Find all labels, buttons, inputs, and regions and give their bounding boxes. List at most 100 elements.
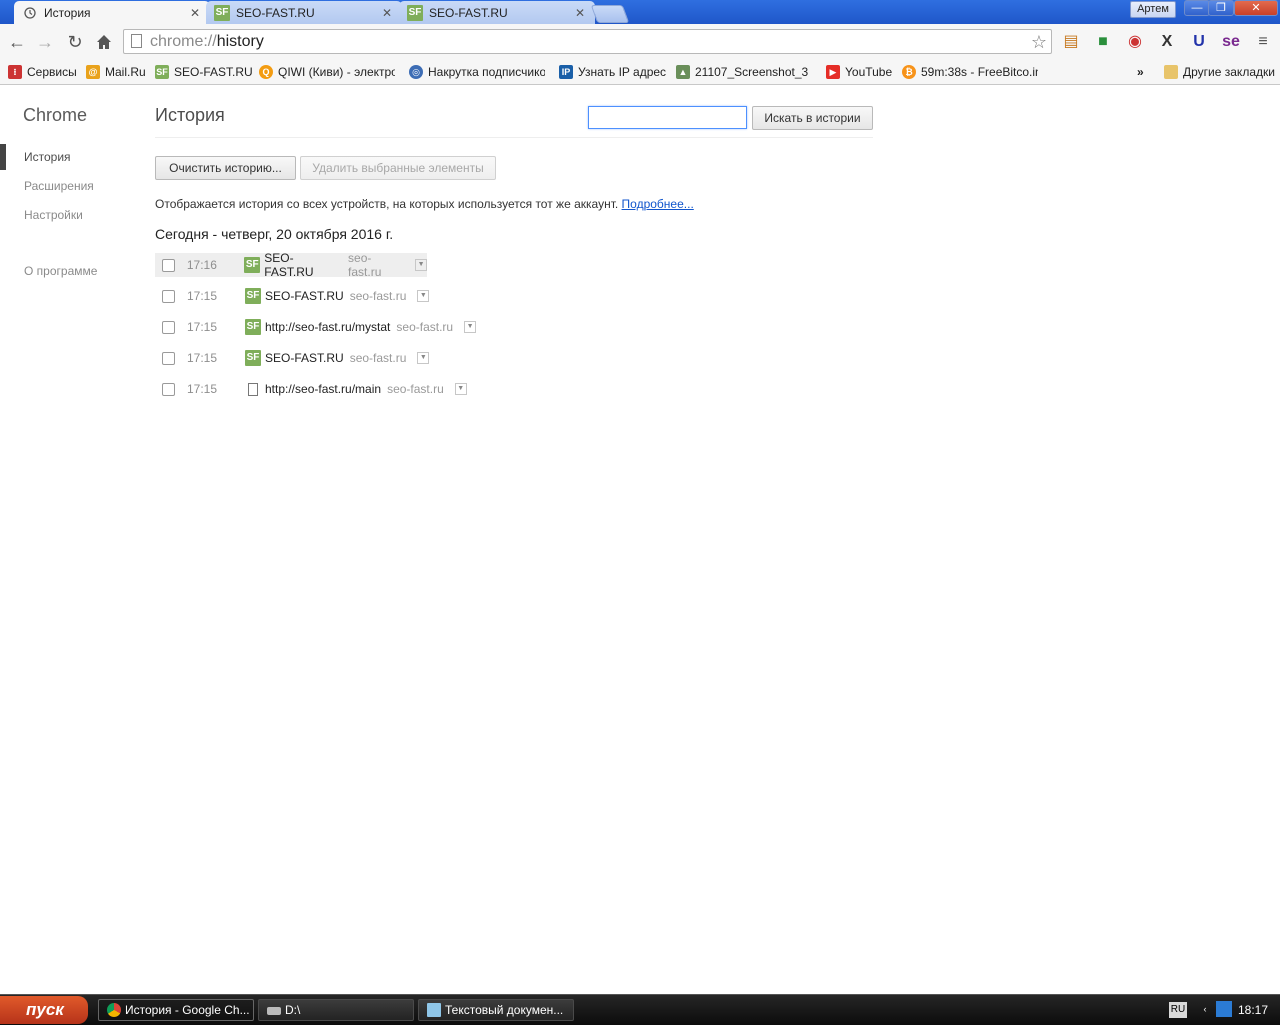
start-label: пуск xyxy=(26,1000,64,1019)
bookmark-label: Другие закладки xyxy=(1183,65,1275,79)
restore-button[interactable]: ❐ xyxy=(1208,0,1234,16)
entry-time: 17:15 xyxy=(187,320,218,334)
tab-seofast-2[interactable]: SF SEO-FAST.RU ✕ xyxy=(399,1,595,24)
extension-u-icon[interactable]: U xyxy=(1188,31,1210,53)
menu-icon[interactable]: ≡ xyxy=(1252,31,1274,53)
entry-title-link[interactable]: SEO-FAST.RU xyxy=(264,251,342,279)
bookmark-qiwi[interactable]: Q QIWI (Киви) - электрон xyxy=(259,64,395,80)
sidebar-item-extensions[interactable]: Расширения xyxy=(24,179,94,193)
forward-arrow-icon[interactable]: → xyxy=(34,31,56,53)
entry-title-link[interactable]: http://seo-fast.ru/mystat xyxy=(265,320,390,334)
bookmark-ip[interactable]: IP Узнать IP адрес xyxy=(559,64,666,80)
entry-domain[interactable]: seo-fast.ru xyxy=(348,251,404,279)
entry-domain[interactable]: seo-fast.ru xyxy=(350,289,407,303)
selected-nav-marker xyxy=(0,144,6,170)
drive-icon xyxy=(267,1007,281,1015)
seofast-icon: SF xyxy=(245,288,261,304)
bookmark-youtube[interactable]: ▶ YouTube xyxy=(826,64,892,80)
entry-checkbox[interactable] xyxy=(162,289,175,303)
bookmark-label: Mail.Ru xyxy=(105,65,146,79)
day-header: Сегодня - четверг, 20 октября 2016 г. xyxy=(155,226,394,242)
bookmark-services[interactable]: ⁝ Сервисы xyxy=(8,64,77,80)
tab-seofast-1[interactable]: SF SEO-FAST.RU ✕ xyxy=(206,1,402,24)
taskbar-item-chrome[interactable]: История - Google Ch... xyxy=(98,999,254,1021)
notepad-icon xyxy=(427,1003,441,1017)
entry-menu-dropdown-icon[interactable]: ▼ xyxy=(464,321,477,333)
tab-title: SEO-FAST.RU xyxy=(429,5,508,20)
address-bar[interactable]: chrome://history ☆ xyxy=(123,29,1052,54)
entry-checkbox[interactable] xyxy=(162,258,175,272)
tray-expand-icon[interactable]: ‹ xyxy=(1197,1001,1213,1017)
bookmark-label: 21107_Screenshot_3 - З xyxy=(695,65,812,79)
tray-app-icon[interactable] xyxy=(1216,1001,1232,1017)
bookmark-screenshot[interactable]: ▲ 21107_Screenshot_3 - З xyxy=(676,64,812,80)
history-entry[interactable]: 17:15 SF SEO-FAST.RU seo-fast.ru ▼ xyxy=(155,284,430,308)
tab-title: SEO-FAST.RU xyxy=(236,5,315,20)
close-window-button[interactable]: ✕ xyxy=(1234,0,1278,16)
remove-selected-button[interactable]: Удалить выбранные элементы xyxy=(300,156,496,180)
other-bookmarks-folder[interactable]: Другие закладки xyxy=(1164,64,1275,80)
close-tab-icon[interactable]: ✕ xyxy=(380,6,394,20)
entry-domain[interactable]: seo-fast.ru xyxy=(387,382,444,396)
entry-domain[interactable]: seo-fast.ru xyxy=(396,320,453,334)
entry-time: 17:15 xyxy=(187,382,218,396)
entry-title-link[interactable]: SEO-FAST.RU xyxy=(265,351,344,365)
entry-menu-dropdown-icon[interactable]: ▼ xyxy=(417,352,430,364)
history-entry[interactable]: 17:15 SF SEO-FAST.RU seo-fast.ru ▼ xyxy=(155,346,430,370)
entry-menu-dropdown-icon[interactable]: ▼ xyxy=(417,290,430,302)
image-icon: ▲ xyxy=(676,65,690,79)
sidebar-item-settings[interactable]: Настройки xyxy=(24,208,83,222)
bookmark-freebitco[interactable]: ₿ 59m:38s - FreeBitco.in - xyxy=(902,64,1038,80)
tab-history[interactable]: История ✕ xyxy=(14,1,210,24)
bookmark-label: 59m:38s - FreeBitco.in - xyxy=(921,65,1038,79)
bookmark-mailru[interactable]: @ Mail.Ru xyxy=(86,64,146,80)
chrome-icon xyxy=(107,1003,121,1017)
bookmarks-overflow-button[interactable]: » xyxy=(1137,64,1144,80)
bookmark-nakrutka[interactable]: ◎ Накрутка подписчиков xyxy=(409,64,545,80)
extension-x-icon[interactable]: X xyxy=(1156,31,1178,53)
entry-checkbox[interactable] xyxy=(162,382,175,396)
bookmark-seofast[interactable]: SF SEO-FAST.RU xyxy=(155,64,253,80)
entry-checkbox[interactable] xyxy=(162,320,175,334)
history-entry[interactable]: 17:15 SF http://seo-fast.ru/mystat seo-f… xyxy=(155,315,477,339)
entry-title-link[interactable]: http://seo-fast.ru/main xyxy=(265,382,381,396)
reload-icon[interactable]: ↻ xyxy=(64,31,86,53)
sidebar-item-about[interactable]: О программе xyxy=(24,264,97,278)
entry-title-link[interactable]: SEO-FAST.RU xyxy=(265,289,344,303)
close-tab-icon[interactable]: ✕ xyxy=(188,6,202,20)
taskbar-item-drive[interactable]: D:\ xyxy=(258,999,414,1021)
history-entry[interactable]: 17:16 SF SEO-FAST.RU seo-fast.ru ▼ xyxy=(155,251,428,279)
history-entry[interactable]: 17:15 http://seo-fast.ru/main seo-fast.r… xyxy=(155,377,467,401)
home-icon[interactable] xyxy=(93,31,115,53)
entry-time: 17:16 xyxy=(186,258,217,272)
toolbar: ← → ↻ chrome://history ☆ ▤ ■ ◉ X U se ≡ xyxy=(0,24,1280,60)
tab-strip: История ✕ SF SEO-FAST.RU ✕ SF SEO-FAST.R… xyxy=(0,0,1280,24)
profile-button[interactable]: Артем xyxy=(1130,1,1176,18)
entry-domain[interactable]: seo-fast.ru xyxy=(350,351,407,365)
sidebar-item-history[interactable]: История xyxy=(24,150,71,164)
clear-history-button[interactable]: Очистить историю... xyxy=(155,156,296,180)
entry-checkbox[interactable] xyxy=(162,351,175,365)
bitcoin-icon: ₿ xyxy=(902,65,916,79)
start-button[interactable]: пуск xyxy=(0,996,88,1024)
search-history-button[interactable]: Искать в истории xyxy=(752,106,873,130)
seofast-icon: SF xyxy=(245,350,261,366)
extension-ring-icon[interactable]: ◉ xyxy=(1124,31,1146,53)
entry-menu-dropdown-icon[interactable]: ▼ xyxy=(415,259,428,271)
clock: 18:17 xyxy=(1238,1003,1269,1017)
bookmark-star-icon[interactable]: ☆ xyxy=(1031,31,1047,54)
taskbar-item-notepad[interactable]: Текстовый докумен... xyxy=(418,999,574,1021)
seofast-icon: SF xyxy=(214,4,230,21)
minimize-button[interactable]: — xyxy=(1184,0,1210,16)
close-tab-icon[interactable]: ✕ xyxy=(573,6,587,20)
entry-menu-dropdown-icon[interactable]: ▼ xyxy=(454,383,467,395)
extension-se-icon[interactable]: se xyxy=(1220,31,1242,53)
new-tab-button[interactable] xyxy=(590,5,630,23)
learn-more-link[interactable]: Подробнее... xyxy=(622,197,694,211)
language-indicator[interactable]: RU xyxy=(1169,1002,1187,1018)
history-search-input[interactable] xyxy=(588,106,747,129)
extension-screen-icon[interactable]: ▤ xyxy=(1060,31,1082,53)
back-arrow-icon[interactable]: ← xyxy=(6,31,28,53)
bookmark-label: Узнать IP адрес xyxy=(578,65,667,79)
extension-cube-icon[interactable]: ■ xyxy=(1092,31,1114,53)
